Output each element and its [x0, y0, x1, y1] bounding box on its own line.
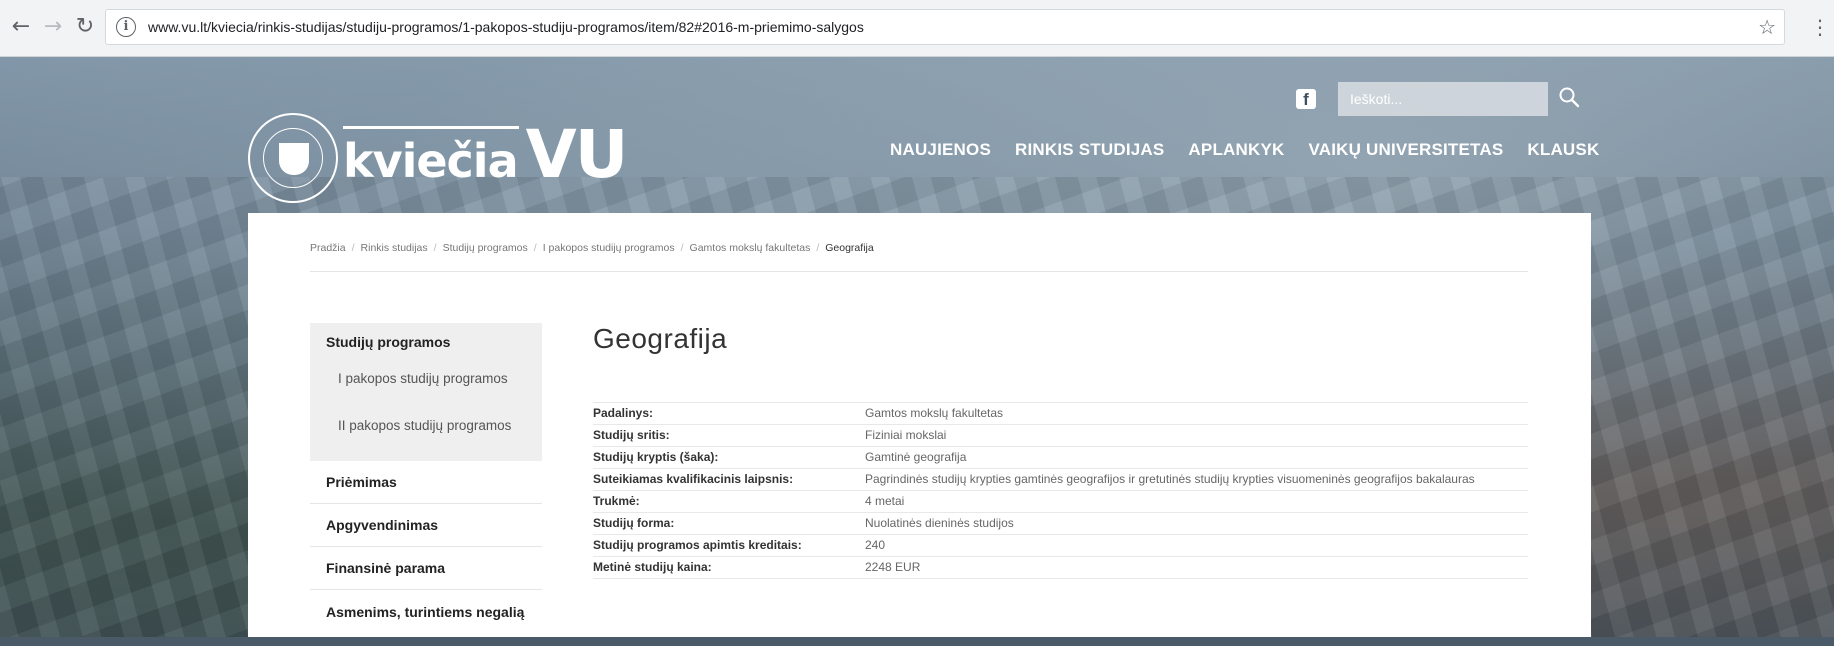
- nav-klausk[interactable]: KLAUSK: [1527, 140, 1599, 168]
- breadcrumb: Pradžia / Rinkis studijas / Studijų programo…: [310, 242, 1528, 262]
- breadcrumb-separator: /: [816, 242, 820, 254]
- row-key: Padalinys:: [593, 402, 865, 425]
- table-row: Trukmė: 4 metai: [593, 490, 1528, 513]
- forward-arrow-icon[interactable]: →: [38, 10, 68, 44]
- row-value: Pagrindinės studijų krypties gamtinės ge…: [865, 468, 1528, 491]
- table-row: Studijų kryptis (šaka): Gamtinė geografi…: [593, 446, 1528, 469]
- breadcrumb-divider: [310, 271, 1528, 272]
- logo-word-small: kviečia: [343, 134, 519, 188]
- breadcrumb-item[interactable]: Rinkis studijas: [361, 242, 428, 254]
- sidebar-item-priemimas[interactable]: Priėmimas: [310, 461, 542, 504]
- nav-naujienos[interactable]: NAUJIENOS: [890, 140, 991, 168]
- breadcrumb-item[interactable]: I pakopos studijų programos: [543, 242, 675, 254]
- row-key: Suteikiamas kvalifikacinis laipsnis:: [593, 468, 865, 491]
- table-row: Studijų forma: Nuolatinės dieninės studi…: [593, 512, 1528, 535]
- row-value: Gamtos mokslų fakultetas: [865, 402, 1528, 425]
- table-row: Studijų programos apimtis kreditais: 240: [593, 534, 1528, 557]
- back-arrow-icon[interactable]: ←: [6, 10, 36, 44]
- search-input[interactable]: [1338, 82, 1548, 116]
- breadcrumb-separator: /: [533, 242, 537, 254]
- program-info-table: Padalinys: Gamtos mokslų fakultetas Stud…: [593, 402, 1528, 579]
- browser-toolbar: ← → ↻ i www.vu.lt/kviecia/rinkis-studija…: [0, 0, 1834, 57]
- breadcrumb-separator: /: [351, 242, 355, 254]
- breadcrumb-separator: /: [433, 242, 437, 254]
- browser-menu-icon[interactable]: ⋮: [1810, 10, 1830, 44]
- row-value: Nuolatinės dieninės studijos: [865, 512, 1528, 535]
- facebook-icon[interactable]: f: [1296, 89, 1316, 109]
- logo-word-big: VU: [525, 116, 629, 193]
- sidebar: Studijų programos I pakopos studijų prog…: [310, 323, 542, 646]
- search-icon[interactable]: [1558, 86, 1580, 108]
- breadcrumb-item[interactable]: Studijų programos: [443, 242, 528, 254]
- row-value: Fiziniai mokslai: [865, 424, 1528, 447]
- table-row: Padalinys: Gamtos mokslų fakultetas: [593, 402, 1528, 425]
- sidebar-subitem-i-pakopos[interactable]: I pakopos studijų programos: [310, 361, 542, 397]
- row-key: Studijų sritis:: [593, 424, 865, 447]
- bookmark-star-icon[interactable]: ☆: [1758, 10, 1776, 44]
- seal-shield-icon: [279, 143, 309, 175]
- row-value: 4 metai: [865, 490, 1528, 513]
- table-row: Suteikiamas kvalifikacinis laipsnis: Pag…: [593, 468, 1528, 491]
- row-key: Trukmė:: [593, 490, 865, 513]
- row-value: Gamtinė geografija: [865, 446, 1528, 469]
- breadcrumb-item[interactable]: Gamtos mokslų fakultetas: [690, 242, 811, 254]
- nav-aplankyk[interactable]: APLANKYK: [1188, 140, 1284, 168]
- breadcrumb-separator: /: [680, 242, 684, 254]
- sidebar-heading-studiju-programos[interactable]: Studijų programos: [310, 323, 542, 361]
- site-logo-wordmark[interactable]: kviečia VU: [343, 116, 629, 196]
- logo-overline: [343, 126, 519, 129]
- row-key: Studijų programos apimtis kreditais:: [593, 534, 865, 557]
- sidebar-item-finansine-parama[interactable]: Finansinė parama: [310, 547, 542, 590]
- url-text[interactable]: www.vu.lt/kviecia/rinkis-studijas/studij…: [148, 10, 864, 44]
- breadcrumb-item[interactable]: Pradžia: [310, 242, 346, 254]
- sidebar-item-apgyvendinimas[interactable]: Apgyvendinimas: [310, 504, 542, 547]
- reload-icon[interactable]: ↻: [70, 10, 100, 44]
- table-row: Metinė studijų kaina: 2248 EUR: [593, 556, 1528, 579]
- university-seal-logo[interactable]: [248, 113, 338, 203]
- row-value: 240: [865, 534, 1528, 557]
- sidebar-subitem-ii-pakopos[interactable]: II pakopos studijų programos: [310, 397, 542, 461]
- breadcrumb-current: Geografija: [825, 242, 874, 254]
- address-bar[interactable]: i www.vu.lt/kviecia/rinkis-studijas/stud…: [105, 9, 1785, 45]
- main-navigation: NAUJIENOS RINKIS STUDIJAS APLANKYK VAIKŲ…: [890, 140, 1599, 168]
- info-icon[interactable]: i: [116, 17, 136, 37]
- row-value: 2248 EUR: [865, 556, 1528, 579]
- row-key: Studijų forma:: [593, 512, 865, 535]
- sidebar-item-asmenims-negalia[interactable]: Asmenims, turintiems negalią: [310, 590, 542, 646]
- nav-rinkis-studijas[interactable]: RINKIS STUDIJAS: [1015, 140, 1164, 168]
- row-key: Studijų kryptis (šaka):: [593, 446, 865, 469]
- row-key: Metinė studijų kaina:: [593, 556, 865, 579]
- content-card: Pradžia / Rinkis studijas / Studijų programo…: [248, 213, 1591, 637]
- page-title: Geografija: [593, 323, 728, 354]
- nav-vaiku-universitetas[interactable]: VAIKŲ UNIVERSITETAS: [1308, 140, 1503, 168]
- table-row: Studijų sritis: Fiziniai mokslai: [593, 424, 1528, 447]
